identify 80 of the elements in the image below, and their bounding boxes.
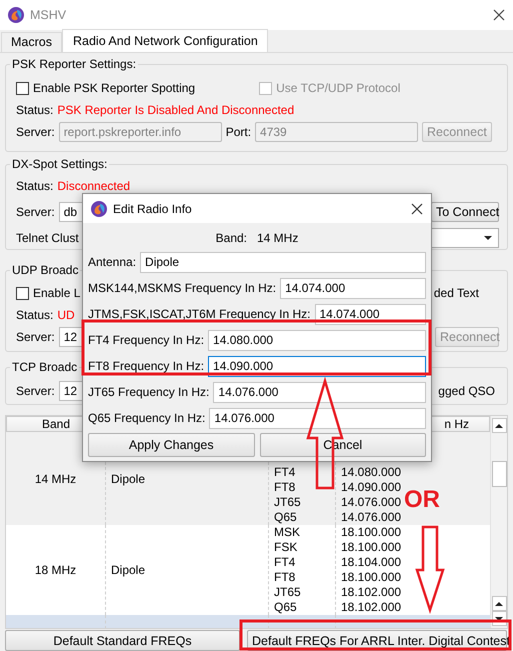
server-label: Server: <box>16 125 55 139</box>
table-cell: 18.102.000 <box>341 600 402 615</box>
table-cell: 18.100.000 <box>341 540 402 555</box>
table-cell: 18.100.000 <box>341 570 402 585</box>
checkbox[interactable] <box>16 82 29 94</box>
tab[interactable]: Radio And Network Configuration <box>62 29 268 52</box>
annotation-text: OR <box>404 486 440 514</box>
option-label: gged QSO <box>438 384 495 398</box>
checkbox-label: Enable PSK Reporter Spotting <box>33 81 196 95</box>
scroll-up-button[interactable] <box>492 418 506 433</box>
down-arrow-icon <box>495 616 503 620</box>
status-text: Disconnected <box>57 179 130 193</box>
status-text: PSK Reporter Is Disabled And Disconnected <box>57 103 294 117</box>
table-cell: 14.076.000 <box>341 510 402 525</box>
up-arrow-icon <box>495 424 503 428</box>
close-icon[interactable] <box>493 9 505 21</box>
checkbox-label: Use TCP/UDP Protocol <box>276 81 400 95</box>
scroll-thumb[interactable] <box>492 461 506 487</box>
window-title: MSHV <box>30 8 66 22</box>
field-label: JTMS,FSK,ISCAT,JT6M Frequency In Hz: <box>88 307 310 321</box>
group-title: PSK Reporter Settings: <box>11 57 138 72</box>
table-cell: 18 MHz <box>34 563 76 577</box>
table-cell: 18.102.000 <box>341 585 402 600</box>
table-cell: FT4 <box>274 555 296 570</box>
server-label: Server: <box>16 205 55 219</box>
checkbox[interactable] <box>16 286 29 300</box>
table-cell: JT65 <box>274 495 301 510</box>
table-cell: 14.076.000 <box>341 495 402 510</box>
close-icon[interactable] <box>411 202 423 214</box>
input-field[interactable]: 14.074.000 <box>280 278 426 298</box>
table-cell: FSK <box>274 540 298 555</box>
status-label: Status: <box>16 179 54 193</box>
defaults-button[interactable]: Default Standard FREQs <box>5 630 240 651</box>
table-cell: 18.104.000 <box>341 555 402 570</box>
port-label: Port: <box>226 125 252 139</box>
cluster-label: Telnet Clust <box>16 231 79 245</box>
table-cell: 14.080.000 <box>341 465 402 480</box>
table-cell: 14 MHz <box>34 472 76 486</box>
caret-icon <box>484 236 492 240</box>
table-cell: Q65 <box>274 510 297 525</box>
band-label: Band: <box>216 231 247 245</box>
status-label: Status: <box>16 103 54 117</box>
table-cell: Dipole <box>111 472 146 486</box>
field-label: FT4 Frequency In Hz: <box>88 333 204 347</box>
dialog-button[interactable]: Apply Changes <box>88 433 254 457</box>
group-title: UDP Broadc <box>11 263 80 278</box>
table-cell: 14.090.000 <box>341 480 402 495</box>
dialog-title: Edit Radio Info <box>113 202 192 216</box>
group-title: DX-Spot Settings: <box>11 157 108 172</box>
scroll-up-button[interactable] <box>492 596 506 611</box>
group-title: TCP Broadc <box>11 360 78 375</box>
table-cell: JT65 <box>274 585 301 600</box>
server-label: Server: <box>16 384 55 398</box>
table-cell: FT8 <box>274 570 296 585</box>
field-label: MSK144,MSKMS Frequency In Hz: <box>88 281 276 295</box>
input-field[interactable]: 14.076.000 <box>213 382 426 402</box>
checkbox-label: Enable L <box>33 286 80 300</box>
status-text: UD <box>57 308 75 322</box>
band-value: 14 MHz <box>257 231 298 245</box>
app-logo-icon <box>91 200 107 216</box>
input-field[interactable]: 14.076.000 <box>209 408 426 428</box>
input-field[interactable]: 14.080.000 <box>208 330 426 350</box>
connect-button[interactable]: To Connect <box>431 202 499 222</box>
table-cell: Q65 <box>274 600 297 615</box>
table-cell: FT4 <box>274 465 296 480</box>
table-cell: 18.100.000 <box>341 525 402 540</box>
status-label: Status: <box>16 308 54 322</box>
input-field[interactable]: Dipole <box>140 252 426 272</box>
table-cell: MSK <box>274 525 300 540</box>
scrollbar[interactable] <box>490 416 507 628</box>
table-cell: Dipole <box>111 563 146 577</box>
option-label: ded Text <box>434 286 479 300</box>
up-arrow-icon <box>495 602 503 606</box>
table-cell: FT8 <box>274 480 296 495</box>
field-label: JT65 Frequency In Hz: <box>88 385 210 399</box>
field-label: FT8 Frequency In Hz: <box>88 359 204 373</box>
server-label: Server: <box>16 330 55 344</box>
app-logo-icon <box>8 7 24 23</box>
field-label: Antenna: <box>88 255 136 269</box>
tab[interactable]: Macros <box>1 32 62 52</box>
